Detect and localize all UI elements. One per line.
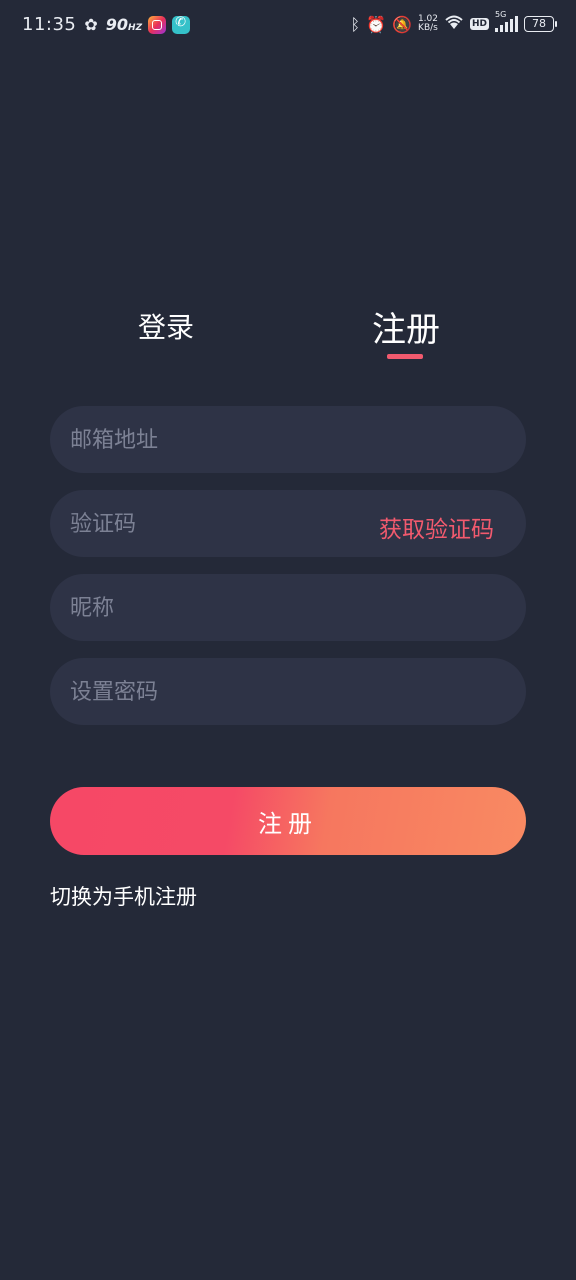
tab-register[interactable]: 注册 [372, 302, 440, 351]
register-button[interactable]: 注册 [50, 787, 526, 855]
refresh-rate: 90HZ [106, 15, 142, 34]
nickname-input[interactable] [68, 574, 372, 643]
password-input[interactable] [68, 658, 372, 727]
status-time: 11:35 [22, 14, 77, 35]
phone-app-icon [172, 15, 191, 34]
pinwheel-icon: ✿ [84, 15, 98, 34]
tab-login[interactable]: 登录 [138, 306, 194, 346]
status-right: ᛒ ⏰ 🔕 1.02 KB/s HD 5G 78 [350, 10, 557, 34]
network-type: 5G [495, 10, 507, 19]
email-input[interactable] [68, 406, 372, 475]
status-left: 11:35 ✿ 90HZ [22, 14, 191, 35]
nickname-field-container [50, 574, 526, 643]
active-tab-indicator [387, 354, 423, 359]
hd-badge: HD [469, 18, 489, 30]
code-field-container: 获取验证码 [50, 490, 526, 559]
net-speed-unit: KB/s [418, 23, 438, 33]
instagram-icon [148, 15, 167, 34]
refresh-rate-value: 90 [105, 15, 129, 34]
bluetooth-icon: ᛒ [350, 14, 361, 34]
get-code-button[interactable]: 获取验证码 [379, 510, 494, 544]
mute-bell-icon: 🔕 [392, 14, 412, 34]
verification-code-input[interactable] [68, 490, 372, 559]
switch-to-phone-link[interactable]: 切换为手机注册 [50, 881, 197, 911]
email-field-container [50, 406, 526, 475]
wifi-icon [444, 14, 464, 34]
password-field-container [50, 658, 526, 727]
auth-tabs: 登录 注册 [0, 300, 576, 370]
net-speed: 1.02 KB/s [418, 15, 438, 33]
refresh-rate-unit: HZ [128, 23, 143, 33]
alarm-icon: ⏰ [366, 14, 387, 34]
battery-icon: 78 [524, 16, 557, 32]
status-bar: 11:35 ✿ 90HZ ᛒ ⏰ 🔕 1.02KB/s HD 5G 78 [0, 0, 576, 52]
signal-icon: 5G [495, 10, 518, 32]
